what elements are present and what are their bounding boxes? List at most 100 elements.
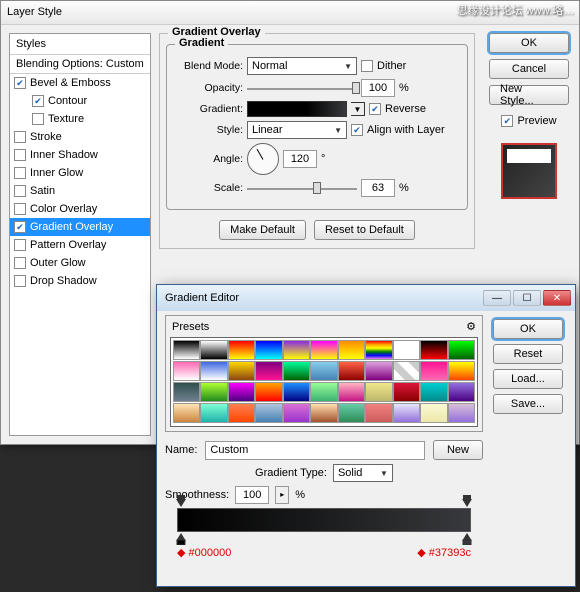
preset-swatch[interactable] [448,361,475,381]
style-item-drop-shadow[interactable]: Drop Shadow [10,272,150,290]
preset-swatch[interactable] [200,361,227,381]
preset-swatch[interactable] [310,403,337,423]
ge-titlebar[interactable]: Gradient Editor — ☐ ✕ [157,285,575,311]
preset-swatch[interactable] [365,403,392,423]
preset-swatch[interactable] [365,361,392,381]
preset-swatch[interactable] [200,403,227,423]
style-item-outer-glow[interactable]: Outer Glow [10,254,150,272]
preset-swatch[interactable] [338,403,365,423]
style-checkbox[interactable] [14,239,26,251]
preset-swatch[interactable] [200,340,227,360]
scale-value[interactable]: 63 [361,179,395,197]
preset-swatch[interactable] [255,340,282,360]
preset-swatch[interactable] [173,403,200,423]
preset-swatch[interactable] [173,340,200,360]
align-checkbox[interactable]: ✔ [351,124,363,136]
dither-checkbox[interactable] [361,60,373,72]
minimize-icon[interactable]: — [483,290,511,306]
smoothness-value[interactable]: 100 [235,486,269,504]
preset-swatch[interactable] [255,403,282,423]
angle-dial[interactable] [247,143,279,175]
styles-header[interactable]: Styles [10,34,150,55]
gradient-bar[interactable] [177,508,471,532]
preset-swatch[interactable] [255,361,282,381]
preset-swatch[interactable] [283,382,310,402]
preset-swatch[interactable] [228,361,255,381]
style-item-bevel-emboss[interactable]: ✔Bevel & Emboss [10,74,150,92]
preset-swatch[interactable] [310,361,337,381]
preset-swatch[interactable] [228,340,255,360]
preset-swatch[interactable] [448,403,475,423]
preset-swatch[interactable] [200,382,227,402]
preset-swatch[interactable] [365,382,392,402]
ge-reset-button[interactable]: Reset [493,344,563,364]
preset-swatch[interactable] [173,382,200,402]
preset-swatch[interactable] [420,382,447,402]
preset-swatch[interactable] [420,403,447,423]
gradient-dropdown-icon[interactable]: ▼ [351,102,365,116]
blending-options[interactable]: Blending Options: Custom [10,55,150,74]
style-checkbox[interactable] [14,185,26,197]
style-checkbox[interactable]: ✔ [32,95,44,107]
preset-swatch[interactable] [393,403,420,423]
preset-swatch[interactable] [338,361,365,381]
style-item-stroke[interactable]: Stroke [10,128,150,146]
ge-ok-button[interactable]: OK [493,319,563,339]
color-stop-left[interactable] [176,533,186,545]
preview-checkbox[interactable]: ✔ [501,115,513,127]
style-checkbox[interactable] [14,257,26,269]
preset-swatch[interactable] [310,340,337,360]
reset-default-button[interactable]: Reset to Default [314,220,415,240]
style-item-inner-shadow[interactable]: Inner Shadow [10,146,150,164]
close-icon[interactable]: ✕ [543,290,571,306]
angle-value[interactable]: 120 [283,150,317,168]
opacity-stop-left[interactable] [155,271,165,283]
preset-swatch[interactable] [228,382,255,402]
style-checkbox[interactable] [32,113,44,125]
style-item-satin[interactable]: Satin [10,182,150,200]
maximize-icon[interactable]: ☐ [513,290,541,306]
preset-swatch[interactable] [283,403,310,423]
opacity-value[interactable]: 100 [361,79,395,97]
preset-swatch[interactable] [448,340,475,360]
style-checkbox[interactable] [14,167,26,179]
new-style-button[interactable]: New Style... [489,85,569,105]
preset-swatch[interactable] [448,382,475,402]
style-checkbox[interactable] [14,203,26,215]
preset-swatch[interactable] [283,340,310,360]
smoothness-dropdown-icon[interactable]: ▸ [275,486,289,504]
preset-swatch[interactable] [255,382,282,402]
preset-swatch[interactable] [393,382,420,402]
preset-swatch[interactable] [365,340,392,360]
blend-mode-combo[interactable]: Normal [247,57,357,75]
ge-load-button[interactable]: Load... [493,369,563,389]
preset-swatch[interactable] [338,382,365,402]
preset-swatch[interactable] [420,361,447,381]
style-combo[interactable]: Linear [247,121,347,139]
style-item-color-overlay[interactable]: Color Overlay [10,200,150,218]
style-checkbox[interactable] [14,149,26,161]
preset-swatch[interactable] [173,361,200,381]
ge-save-button[interactable]: Save... [493,394,563,414]
scale-slider[interactable] [247,180,357,196]
preset-swatch[interactable] [228,403,255,423]
gradient-swatch[interactable] [247,101,347,117]
style-item-contour[interactable]: ✔Contour [10,92,150,110]
grad-type-combo[interactable]: Solid [333,464,393,482]
new-button[interactable]: New [433,440,483,460]
ok-button[interactable]: OK [489,33,569,53]
style-item-texture[interactable]: Texture [10,110,150,128]
style-item-pattern-overlay[interactable]: Pattern Overlay [10,236,150,254]
color-stop-right[interactable] [462,533,472,545]
name-input[interactable] [205,441,425,460]
style-item-inner-glow[interactable]: Inner Glow [10,164,150,182]
presets-grid[interactable] [170,337,478,427]
style-checkbox[interactable]: ✔ [14,221,26,233]
preset-swatch[interactable] [338,340,365,360]
opacity-slider[interactable] [247,80,357,96]
gear-icon[interactable]: ⚙ [466,320,476,333]
reverse-checkbox[interactable]: ✔ [369,103,381,115]
preset-swatch[interactable] [283,361,310,381]
style-checkbox[interactable] [14,275,26,287]
style-item-gradient-overlay[interactable]: ✔Gradient Overlay [10,218,150,236]
